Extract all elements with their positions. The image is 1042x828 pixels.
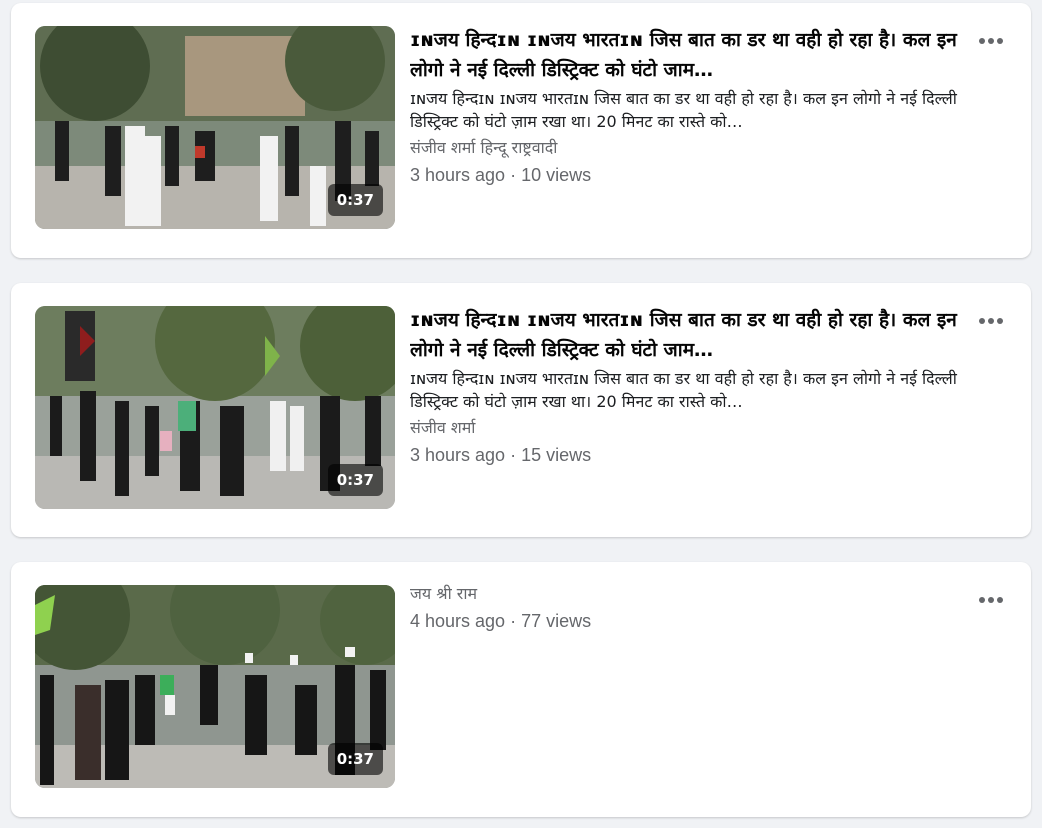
video-title[interactable]: ɪɴजय हिन्दɪɴ ɪɴजय भारतɪɴ जिस बात का डर थ… [410, 305, 965, 365]
video-thumbnail[interactable]: 0:37 [35, 306, 395, 509]
video-card[interactable]: 0:37 ɪɴजय हिन्दɪɴ ɪɴजय भारतɪɴ जिस बात का… [11, 283, 1031, 537]
video-author[interactable]: संजीव शर्मा हिन्दू राष्ट्रवादी [410, 137, 965, 159]
video-title[interactable]: ɪɴजय हिन्दɪɴ ɪɴजय भारतɪɴ जिस बात का डर थ… [410, 25, 965, 85]
video-duration: 0:37 [327, 184, 383, 216]
video-card[interactable]: 0:37 जय श्री राम 4 hours ago · 77 views [11, 562, 1031, 817]
video-thumbnail[interactable]: 0:37 [35, 585, 395, 788]
video-info: ɪɴजय हिन्दɪɴ ɪɴजय भारतɪɴ जिस बात का डर थ… [410, 305, 965, 466]
video-card[interactable]: 0:37 ɪɴजय हिन्दɪɴ ɪɴजय भारतɪɴ जिस बात का… [11, 3, 1031, 258]
video-author[interactable]: संजीव शर्मा [410, 417, 965, 439]
more-options-icon[interactable] [977, 31, 1005, 51]
video-meta: 4 hours ago · 77 views [410, 611, 592, 631]
video-description: ɪɴजय हिन्दɪɴ ɪɴजय भारतɪɴ जिस बात का डर थ… [410, 89, 957, 131]
video-duration: 0:37 [327, 743, 383, 775]
more-options-icon[interactable] [977, 311, 1005, 331]
video-meta: 3 hours ago · 15 views [410, 445, 592, 465]
video-author[interactable]: जय श्री राम [410, 583, 965, 605]
more-options-icon[interactable] [977, 590, 1005, 610]
video-meta: 3 hours ago · 10 views [410, 165, 592, 185]
video-info: जय श्री राम 4 hours ago · 77 views [410, 583, 965, 632]
video-feed: 0:37 ɪɴजय हिन्दɪɴ ɪɴजय भारतɪɴ जिस बात का… [0, 0, 1042, 828]
video-thumbnail[interactable]: 0:37 [35, 26, 395, 229]
video-description: ɪɴजय हिन्दɪɴ ɪɴजय भारतɪɴ जिस बात का डर थ… [410, 369, 957, 411]
video-info: ɪɴजय हिन्दɪɴ ɪɴजय भारतɪɴ जिस बात का डर थ… [410, 25, 965, 186]
video-duration: 0:37 [327, 464, 383, 496]
